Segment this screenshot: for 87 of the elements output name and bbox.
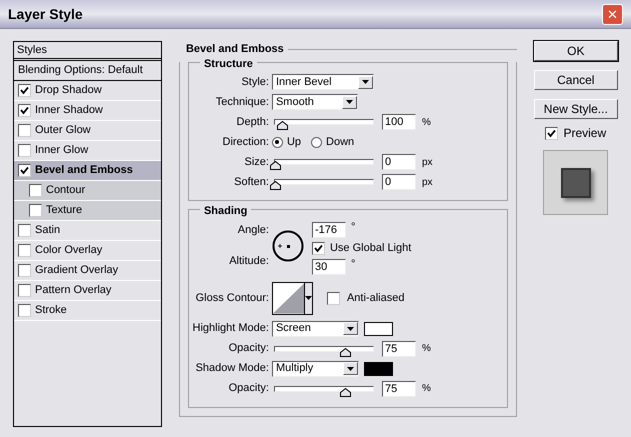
field-label: Shadow Mode: <box>194 361 270 376</box>
color-swatch[interactable] <box>364 322 393 336</box>
style-list-item[interactable]: Gradient Overlay <box>14 261 161 281</box>
style-list-item[interactable]: Bevel and Emboss <box>14 161 161 181</box>
color-swatch[interactable] <box>364 362 393 376</box>
slider-thumb[interactable] <box>340 348 352 356</box>
angle-dial[interactable] <box>272 230 304 262</box>
checkbox[interactable] <box>312 242 325 254</box>
input-field[interactable]: 0 <box>382 154 416 170</box>
style-list-item[interactable]: Contour <box>14 181 161 201</box>
style-list-item[interactable]: Pattern Overlay <box>14 281 161 301</box>
style-list-item[interactable]: Outer Glow <box>14 121 161 141</box>
style-list-item[interactable]: Stroke <box>14 301 161 321</box>
style-list-item[interactable]: Texture <box>14 201 161 221</box>
input-field[interactable]: -176 <box>312 222 346 238</box>
field-label: Depth: <box>236 114 270 130</box>
slider-thumb[interactable] <box>270 161 281 170</box>
dropdown[interactable]: Smooth <box>272 94 358 110</box>
dropdown[interactable]: Multiply <box>272 360 359 376</box>
dialog-button[interactable]: New Style... <box>534 99 618 119</box>
checkbox[interactable] <box>18 284 31 297</box>
field-label: Direction: <box>222 134 270 150</box>
checkbox[interactable] <box>18 304 31 317</box>
preview-thumbnail <box>543 150 608 215</box>
checkbox[interactable] <box>18 224 31 237</box>
style-list-item[interactable]: Blending Options: Default <box>14 61 161 81</box>
degree-label: ° <box>350 222 356 232</box>
field-label: Angle: <box>236 222 270 238</box>
unit-label: % <box>420 382 431 396</box>
checkbox[interactable] <box>18 244 31 257</box>
unit-label: px <box>420 176 433 190</box>
window-title: Layer Style <box>8 4 83 24</box>
input-field[interactable]: 75 <box>382 340 416 356</box>
style-list-item[interactable]: Satin <box>14 221 161 241</box>
style-list-item[interactable]: Drop Shadow <box>14 81 161 101</box>
caret-icon <box>358 76 373 88</box>
dialog-button[interactable]: Cancel <box>534 70 618 90</box>
slider-thumb[interactable] <box>270 181 281 190</box>
field-label: Opacity: <box>228 381 270 396</box>
slider-thumb[interactable] <box>340 388 352 396</box>
field-label: Opacity: <box>228 341 270 356</box>
unit-label: % <box>420 342 431 356</box>
field-label: Style: <box>240 74 270 90</box>
list-header: Styles <box>14 42 161 61</box>
checkbox[interactable] <box>29 204 42 217</box>
checkbox-label: Use Global Light <box>330 240 412 256</box>
group-title: Shading <box>200 205 252 217</box>
dropdown[interactable]: Screen <box>272 320 359 336</box>
degree-label: ° <box>350 258 356 268</box>
section-title: Bevel and Emboss <box>184 42 284 57</box>
input-field[interactable]: 0 <box>382 174 416 190</box>
dropdown[interactable]: Inner Bevel <box>272 74 374 90</box>
slider-thumb[interactable] <box>277 121 288 130</box>
input-field[interactable]: 100 <box>382 114 416 130</box>
dialog-button[interactable]: OK <box>534 41 618 61</box>
close-button[interactable]: ✕ <box>602 4 623 24</box>
style-list-item[interactable]: Color Overlay <box>14 241 161 261</box>
radio-button[interactable]: Up <box>272 134 302 150</box>
style-list-item[interactable]: Inner Shadow <box>14 101 161 121</box>
checkbox[interactable] <box>29 184 42 197</box>
checkbox[interactable] <box>18 144 31 157</box>
unit-label: px <box>420 156 433 170</box>
caret-icon <box>342 96 357 108</box>
field-label: Gloss Contour: <box>194 290 270 306</box>
caret-icon <box>342 322 358 335</box>
field-label: Altitude: <box>228 254 270 269</box>
checkbox[interactable] <box>18 124 31 137</box>
contour-picker[interactable] <box>272 282 313 314</box>
field-label: Soften: <box>233 174 270 190</box>
input-field[interactable]: 30 <box>312 258 346 274</box>
checkbox-label: Anti-aliased <box>346 290 404 306</box>
checkbox[interactable] <box>326 292 340 304</box>
radio-button[interactable]: Down <box>311 134 354 150</box>
preview-label: Preview <box>563 125 606 142</box>
caret-icon <box>304 296 312 300</box>
caret-icon <box>342 362 358 375</box>
field-label: Size: <box>244 154 270 170</box>
input-field[interactable]: 75 <box>382 380 416 396</box>
checkbox[interactable] <box>18 164 31 177</box>
unit-label: % <box>420 116 431 130</box>
checkbox[interactable] <box>18 264 31 277</box>
field-label: Technique: <box>214 94 270 110</box>
checkbox[interactable] <box>18 104 31 117</box>
checkbox[interactable] <box>545 126 558 140</box>
group-title: Structure <box>200 58 257 70</box>
field-label: Highlight Mode: <box>192 321 270 336</box>
checkbox[interactable] <box>18 84 31 97</box>
